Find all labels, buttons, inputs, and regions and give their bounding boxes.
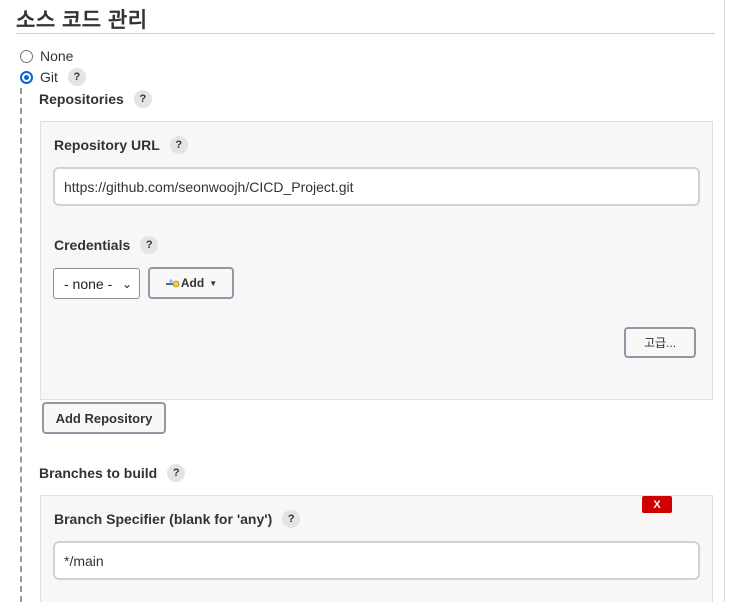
radio-git-row[interactable]: Git ? <box>20 68 86 86</box>
radio-none[interactable] <box>20 49 33 63</box>
branches-label: Branches to build <box>39 465 158 481</box>
radio-git[interactable] <box>20 70 33 84</box>
radio-git-label: Git <box>40 69 58 85</box>
branch-specifier-label-row: Branch Specifier (blank for 'any') ? <box>54 510 301 528</box>
chevron-down-icon: ⌄ <box>121 277 132 291</box>
credentials-select-value: - none - <box>64 275 113 292</box>
repository-url-label: Repository URL <box>54 137 160 153</box>
caret-down-icon: ▼ <box>209 278 218 288</box>
repository-url-label-row: Repository URL ? <box>54 136 188 154</box>
branch-specifier-label: Branch Specifier (blank for 'any') <box>54 511 273 527</box>
credentials-select[interactable]: - none - ⌄ <box>53 268 140 299</box>
help-icon[interactable]: ? <box>169 136 188 154</box>
radio-none-label: None <box>40 48 74 64</box>
radio-none-row[interactable]: None <box>20 48 73 64</box>
panel-right-border <box>724 0 725 602</box>
branches-label-row: Branches to build ? <box>39 464 186 482</box>
key-icon <box>165 278 180 288</box>
add-repository-button[interactable]: Add Repository <box>42 402 166 434</box>
credentials-label-row: Credentials ? <box>54 236 159 254</box>
add-credentials-button[interactable]: Add ▼ <box>148 267 234 299</box>
repository-panel <box>40 121 713 400</box>
title-divider <box>16 33 715 34</box>
help-icon[interactable]: ? <box>282 510 301 528</box>
repositories-label-row: Repositories ? <box>39 90 152 108</box>
repositories-label: Repositories <box>39 91 124 107</box>
add-credentials-label: Add <box>180 276 205 290</box>
git-section-indent-line <box>20 88 22 602</box>
repository-url-input[interactable]: https://github.com/seonwoojh/CICD_Projec… <box>53 167 700 206</box>
page-title: 소스 코드 관리 <box>16 9 148 32</box>
help-icon[interactable]: ? <box>133 90 152 108</box>
help-icon[interactable]: ? <box>167 464 186 482</box>
help-icon[interactable]: ? <box>67 68 86 86</box>
credentials-label: Credentials <box>54 237 131 253</box>
help-icon[interactable]: ? <box>140 236 159 254</box>
branch-specifier-input[interactable]: */main <box>53 541 700 580</box>
delete-branch-button[interactable]: X <box>642 496 672 513</box>
advanced-button[interactable]: 고급... <box>624 327 696 358</box>
